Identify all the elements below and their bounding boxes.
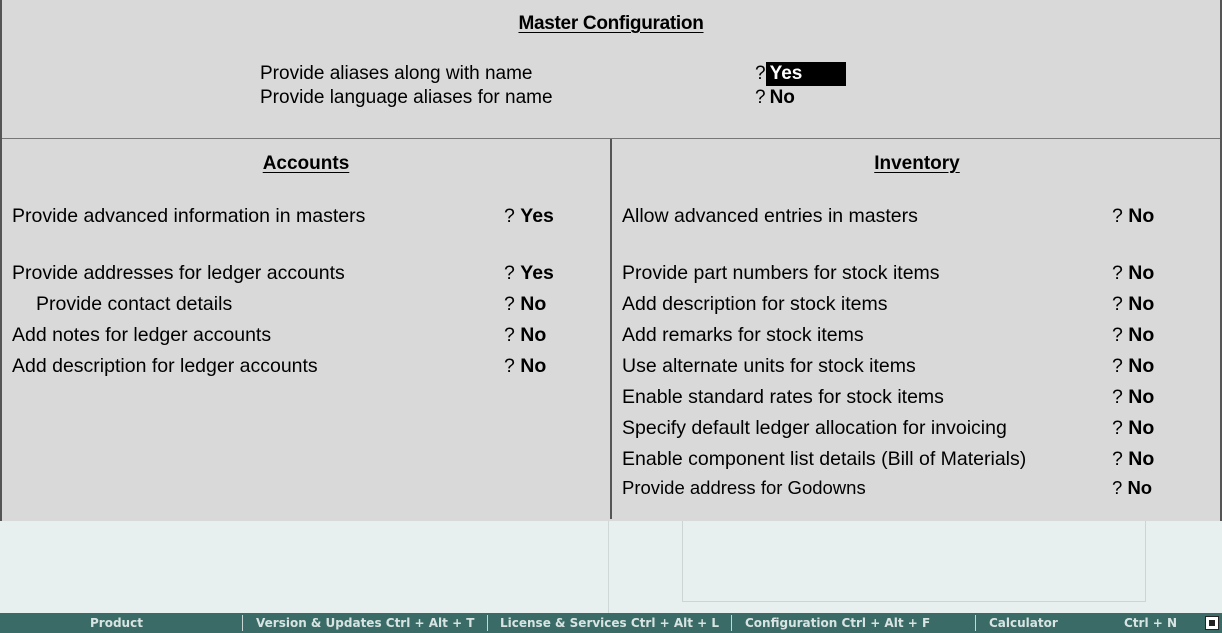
option-label: Provide advanced information in masters bbox=[12, 205, 366, 227]
status-bar: Product Version & Updates Ctrl + Alt + T… bbox=[0, 613, 1222, 633]
status-configuration-button[interactable]: Configuration Ctrl + Alt + F bbox=[745, 613, 930, 633]
option-value[interactable]: ? No bbox=[504, 290, 546, 318]
option-label: Use alternate units for stock items bbox=[622, 355, 916, 377]
status-calculator-shortcut: Ctrl + N bbox=[1124, 616, 1178, 630]
option-value[interactable]: ? Yes bbox=[504, 202, 554, 230]
option-label: Add remarks for stock items bbox=[622, 324, 864, 346]
option-label: Add description for stock items bbox=[622, 293, 888, 315]
option-label: Add description for ledger accounts bbox=[12, 355, 318, 377]
option-label: Enable component list details (Bill of M… bbox=[622, 448, 1027, 470]
option-aliases-value[interactable]: Yes bbox=[765, 62, 846, 86]
inventory-option-row[interactable]: Provide address for Godowns ? No bbox=[622, 474, 1217, 502]
inventory-option-row[interactable]: Specify default ledger allocation for in… bbox=[622, 414, 1217, 442]
status-divider bbox=[242, 615, 243, 631]
option-value[interactable]: ? No bbox=[1112, 202, 1154, 230]
option-value[interactable]: ? Yes bbox=[504, 259, 554, 287]
option-label: Provide contact details bbox=[36, 293, 233, 315]
status-product-button[interactable]: Product bbox=[90, 613, 143, 633]
status-version-updates-button[interactable]: Version & Updates Ctrl + Alt + T bbox=[256, 613, 474, 633]
inventory-option-row[interactable]: Add remarks for stock items ? No bbox=[622, 321, 1217, 349]
option-value[interactable]: ? No bbox=[1112, 474, 1152, 502]
question-mark: ? bbox=[755, 87, 766, 108]
option-label: Allow advanced entries in masters bbox=[622, 205, 918, 227]
option-label: Enable standard rates for stock items bbox=[622, 386, 944, 408]
accounts-heading: Accounts bbox=[262, 153, 350, 174]
master-configuration-panel: Master Configuration Provide aliases alo… bbox=[0, 0, 1222, 521]
accounts-section: Accounts Provide advanced information in… bbox=[2, 139, 612, 519]
option-value[interactable]: ? No bbox=[1112, 414, 1154, 442]
background-area bbox=[0, 521, 1222, 613]
status-divider bbox=[731, 615, 732, 631]
inventory-option-row[interactable]: Use alternate units for stock items ? No bbox=[622, 352, 1217, 380]
window-toggle-icon[interactable] bbox=[1205, 616, 1219, 630]
inventory-option-row[interactable]: Enable standard rates for stock items ? … bbox=[622, 383, 1217, 411]
option-value[interactable]: ? No bbox=[1112, 259, 1154, 287]
option-value[interactable]: ? No bbox=[1112, 321, 1154, 349]
accounts-option-row[interactable]: Provide advanced information in masters … bbox=[12, 202, 602, 230]
accounts-option-row[interactable]: Provide addresses for ledger accounts ? … bbox=[12, 259, 602, 287]
accounts-option-row[interactable]: Provide contact details ? No bbox=[36, 290, 602, 318]
option-value[interactable]: ? No bbox=[1112, 352, 1154, 380]
option-aliases-field[interactable]: ? Yes bbox=[755, 62, 846, 86]
option-label: Provide address for Godowns bbox=[622, 477, 866, 498]
status-calculator-button[interactable]: Calculator bbox=[989, 613, 1058, 633]
option-aliases-label: Provide aliases along with name bbox=[260, 63, 533, 84]
status-divider bbox=[975, 615, 976, 631]
option-value[interactable]: ? No bbox=[1112, 290, 1154, 318]
option-label: Specify default ledger allocation for in… bbox=[622, 417, 1007, 439]
accounts-option-row[interactable]: Add notes for ledger accounts ? No bbox=[12, 321, 602, 349]
option-label: Provide part numbers for stock items bbox=[622, 262, 940, 284]
status-license-services-button[interactable]: License & Services Ctrl + Alt + L bbox=[500, 613, 719, 633]
option-value[interactable]: ? No bbox=[1112, 445, 1154, 473]
option-label: Provide addresses for ledger accounts bbox=[12, 262, 345, 284]
inventory-heading: Inventory bbox=[874, 153, 960, 174]
background-frame bbox=[682, 521, 1146, 602]
option-value[interactable]: ? No bbox=[504, 321, 546, 349]
status-divider bbox=[487, 615, 488, 631]
divider bbox=[608, 521, 609, 613]
inventory-option-row[interactable]: Add description for stock items ? No bbox=[622, 290, 1217, 318]
page-title: Master Configuration bbox=[518, 13, 704, 34]
option-value[interactable]: ? No bbox=[504, 352, 546, 380]
inventory-section: Inventory Allow advanced entries in mast… bbox=[612, 139, 1222, 519]
question-mark: ? bbox=[755, 63, 766, 84]
option-language-aliases-value[interactable]: No bbox=[766, 86, 795, 110]
option-label: Add notes for ledger accounts bbox=[12, 324, 272, 346]
inventory-option-row[interactable]: Enable component list details (Bill of M… bbox=[622, 445, 1217, 473]
option-language-aliases-label: Provide language aliases for name bbox=[260, 87, 553, 108]
alias-settings-section: Master Configuration Provide aliases alo… bbox=[2, 0, 1220, 139]
inventory-option-row[interactable]: Allow advanced entries in masters ? No bbox=[622, 202, 1217, 230]
inventory-option-row[interactable]: Provide part numbers for stock items ? N… bbox=[622, 259, 1217, 287]
accounts-option-row[interactable]: Add description for ledger accounts ? No bbox=[12, 352, 602, 380]
option-language-aliases-field[interactable]: ? No bbox=[755, 86, 795, 110]
option-value[interactable]: ? No bbox=[1112, 383, 1154, 411]
